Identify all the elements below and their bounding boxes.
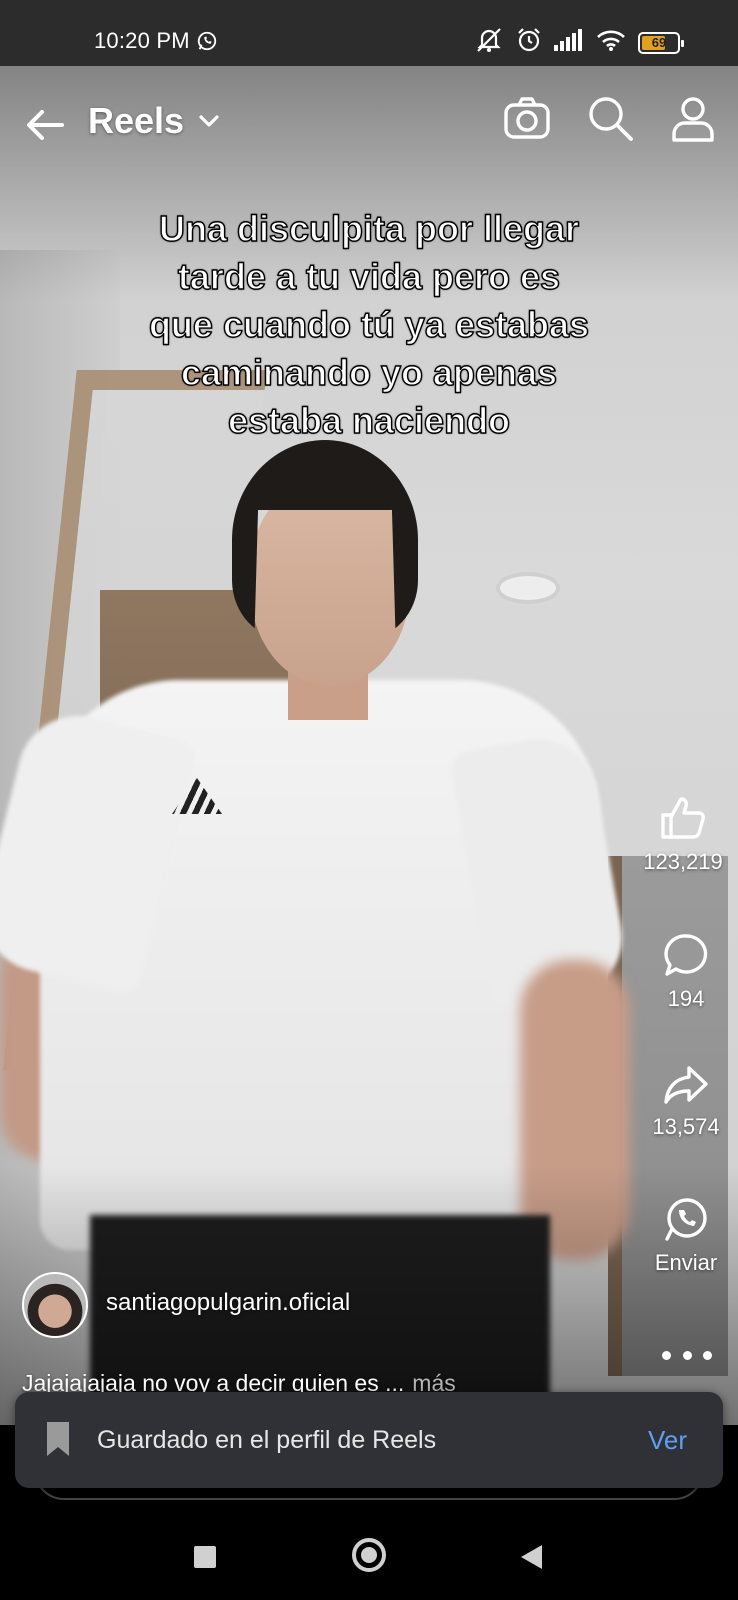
status-icons: 69 [474,27,684,58]
home-icon[interactable] [352,1538,386,1572]
status-bar: 10:20 PM 69 [0,0,738,66]
camera-button[interactable] [502,94,552,144]
camera-icon [504,97,550,139]
share-icon [664,1066,708,1104]
system-nav-bar [0,1500,738,1600]
more-icon-dot [703,1350,712,1360]
share-count: 13,574 [652,1114,720,1139]
battery-icon: 69 [638,31,684,54]
like-button[interactable]: 123,219 [628,795,738,875]
comment-icon [664,934,708,976]
more-options-button[interactable] [662,1345,712,1365]
comment-count: 194 [667,986,705,1011]
comment-button[interactable]: 194 [631,932,738,1012]
send-label: Enviar [654,1250,718,1275]
bookmark-icon [45,1420,71,1463]
back-button[interactable] [22,102,68,148]
reels-screen: 10:20 PM 69 Reels Una disculpita por lle… [0,0,738,1600]
video-ceiling-light [496,572,560,604]
back-icon[interactable] [520,1544,544,1575]
avatar[interactable] [22,1272,88,1338]
caption-line: Una disculpita por llegar [158,207,580,249]
caption-line: tarde a tu vida pero es [177,255,561,297]
app-bar: Reels [0,66,738,186]
search-button[interactable] [586,94,636,144]
reels-dropdown[interactable]: Reels [88,100,220,142]
video-caption: Una disculpita por llegar tarde a tu vid… [80,205,658,445]
battery-tip [681,39,684,47]
profile-icon [672,97,714,142]
profile-button[interactable] [668,94,718,144]
like-count: 123,219 [643,849,723,874]
more-icon-dot [682,1350,692,1360]
caption-line: que cuando tú ya estabas [148,303,590,345]
snackbar-message: Guardado en el perfil de Reels [97,1426,437,1454]
snackbar-view-button[interactable]: Ver [648,1425,687,1456]
battery-level: 69 [651,35,667,50]
status-time: 10:20 PM [94,28,190,53]
alarm-icon [516,27,542,58]
video-face [250,480,410,685]
like-icon [661,797,705,839]
search-icon [589,97,633,141]
page-title: Reels [88,100,185,141]
author-name[interactable]: santiagopulgarin.oficial [106,1289,350,1317]
back-arrow-icon [27,110,64,140]
signal-icon [554,29,584,56]
saved-snackbar: Guardado en el perfil de Reels Ver [15,1392,723,1488]
wifi-icon [596,29,626,56]
chevron-down-icon [199,115,219,127]
share-button[interactable]: 13,574 [631,1064,738,1140]
mute-icon [474,27,504,58]
recents-icon[interactable] [194,1546,216,1568]
caption-line: estaba naciendo [227,399,511,441]
caption-line: caminando yo apenas [180,351,558,393]
whatsapp-icon [196,30,218,57]
more-icon [662,1350,671,1360]
whatsapp-icon [665,1198,707,1241]
send-whatsapp-button[interactable]: Enviar [631,1196,738,1276]
